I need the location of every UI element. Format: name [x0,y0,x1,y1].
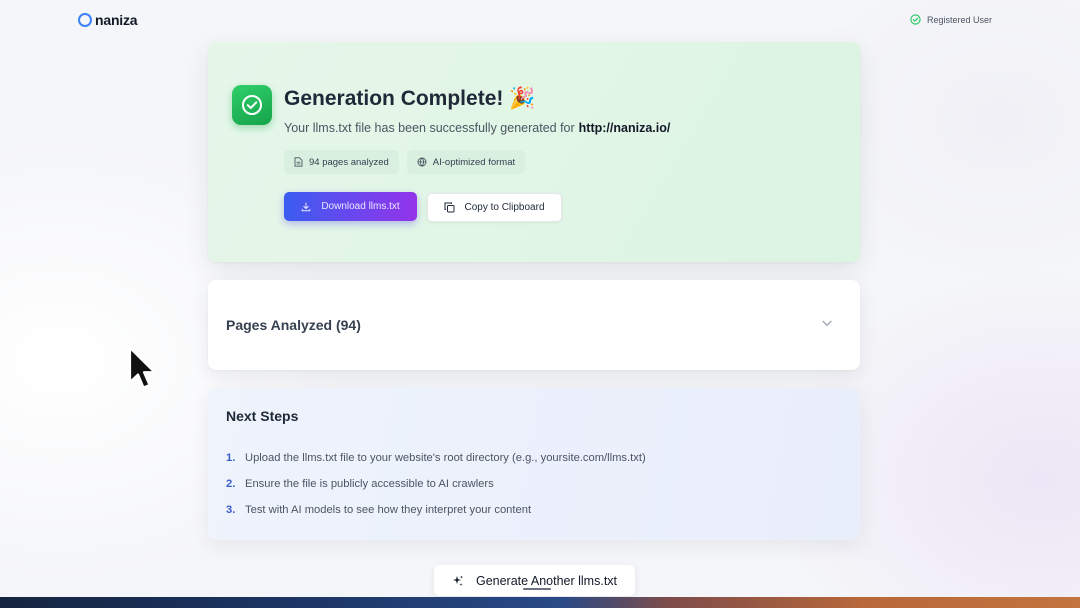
generation-complete-card: Generation Complete! 🎉 Your llms.txt fil… [208,42,860,262]
list-item: 2. Ensure the file is publicly accessibl… [226,478,646,504]
copy-to-clipboard-button[interactable]: Copy to Clipboard [427,193,562,222]
download-label: Download llms.txt [321,201,400,212]
pages-count-label: 94 pages analyzed [309,156,389,168]
party-popper-icon: 🎉 [509,87,536,110]
step-number: 3. [226,504,236,516]
check-circle-icon [232,85,272,125]
step-number: 2. [226,478,236,490]
list-item: 1. Upload the llms.txt file to your webs… [226,452,646,478]
mouse-pointer-icon [128,346,156,389]
copy-label: Copy to Clipboard [464,202,545,213]
success-description-text: Your llms.txt file has been successfully… [284,121,575,135]
download-icon [302,202,311,211]
download-button[interactable]: Download llms.txt [284,192,417,221]
scroll-indicator [523,588,551,590]
site-url: http://naniza.io/ [578,121,671,135]
list-item: 3. Test with AI models to see how they i… [226,504,646,530]
step-text: Ensure the file is publicly accessible t… [245,478,494,490]
format-chip: AI-optimized format [406,150,526,174]
step-number: 1. [226,452,236,464]
success-description: Your llms.txt file has been successfully… [284,121,670,135]
pages-analyzed-accordion[interactable]: Pages Analyzed (94) [208,280,860,370]
generate-another-label: Generate Another llms.txt [475,573,618,588]
sparkles-icon [452,575,463,586]
action-buttons: Download llms.txt Copy to Clipboard [284,192,562,222]
pages-analyzed-title: Pages Analyzed (94) [226,317,361,333]
copy-icon [444,202,455,213]
logo-text: naniza [95,12,138,28]
bottom-color-bar [0,597,1080,608]
success-title-text: Generation Complete! [284,87,504,110]
user-badge[interactable]: Registered User [910,14,992,25]
generate-another-button[interactable]: Generate Another llms.txt [434,565,635,596]
format-label: AI-optimized format [432,156,516,168]
check-circle-icon [910,14,921,25]
pages-count-chip: 94 pages analyzed [284,150,399,174]
next-steps-title: Next Steps [226,408,299,424]
step-text: Upload the llms.txt file to your website… [245,452,646,464]
page-title: Generation Complete! 🎉 [284,87,536,111]
logo[interactable]: naniza [78,10,138,30]
user-label: Registered User [926,14,992,25]
next-steps-card: Next Steps 1. Upload the llms.txt file t… [208,388,860,540]
document-icon [294,157,303,167]
chevron-down-icon[interactable] [822,320,832,327]
globe-icon [417,157,427,167]
ring-logo-icon [78,13,92,27]
step-text: Test with AI models to see how they inte… [245,504,532,516]
meta-row: 94 pages analyzed AI-optimized format [284,150,526,174]
next-steps-list: 1. Upload the llms.txt file to your webs… [226,452,646,530]
